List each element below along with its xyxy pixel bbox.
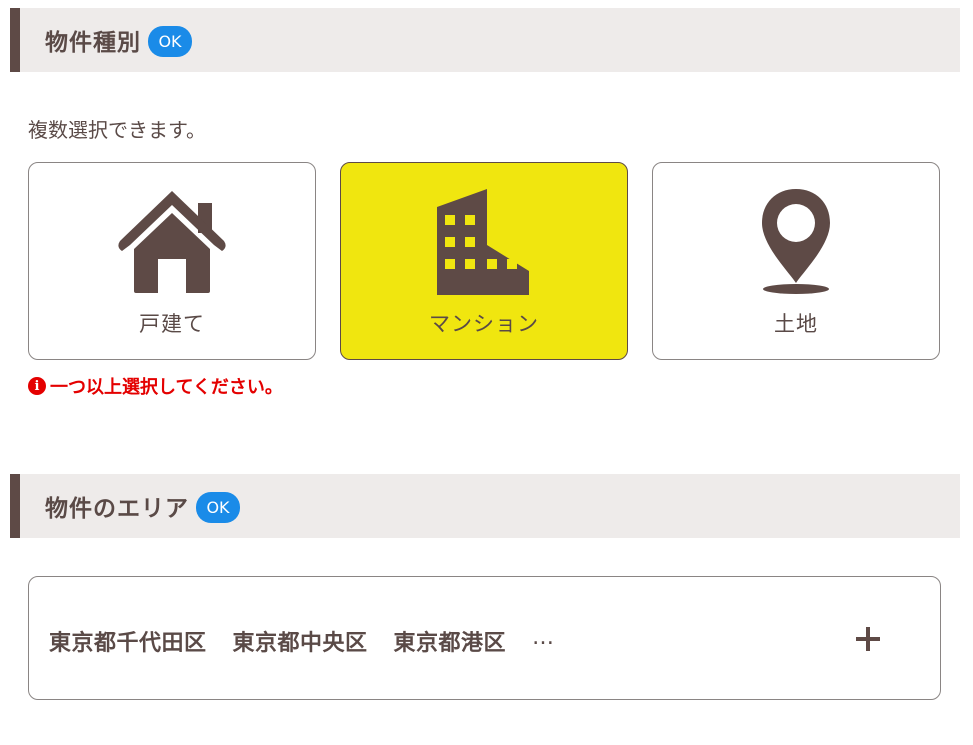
area-select-box[interactable]: 東京都千代田区 東京都中央区 東京都港区 … xyxy=(28,576,941,700)
validation-error: i 一つ以上選択してください。 xyxy=(28,373,283,399)
area-item: 東京都港区 xyxy=(393,631,507,656)
section-title: 物件種別 xyxy=(45,30,141,56)
section-header-area: 物件のエリア OK xyxy=(10,474,960,538)
option-card-house[interactable]: 戸建て xyxy=(28,162,316,360)
option-card-mansion[interactable]: マンション xyxy=(340,162,628,360)
option-label: 戸建て xyxy=(139,312,205,336)
house-icon xyxy=(118,191,226,293)
area-item: 東京都中央区 xyxy=(232,631,368,656)
option-label: マンション xyxy=(429,312,539,336)
map-pin-icon xyxy=(762,189,830,294)
building-icon xyxy=(437,189,529,295)
more-ellipsis: … xyxy=(532,625,555,650)
multi-select-hint: 複数選択できます。 xyxy=(28,118,206,142)
area-item: 東京都千代田区 xyxy=(49,631,207,656)
section-title: 物件のエリア xyxy=(45,496,189,522)
selected-areas: 東京都千代田区 東京都中央区 東京都港区 … xyxy=(49,625,555,657)
plus-icon[interactable] xyxy=(856,627,880,651)
section-header-property-type: 物件種別 OK xyxy=(10,8,960,72)
info-icon: i xyxy=(28,377,46,395)
ok-badge: OK xyxy=(148,25,192,57)
error-text: 一つ以上選択してください。 xyxy=(50,377,283,398)
option-card-land[interactable]: 土地 xyxy=(652,162,940,360)
ok-badge: OK xyxy=(196,491,240,523)
option-label: 土地 xyxy=(774,312,818,336)
